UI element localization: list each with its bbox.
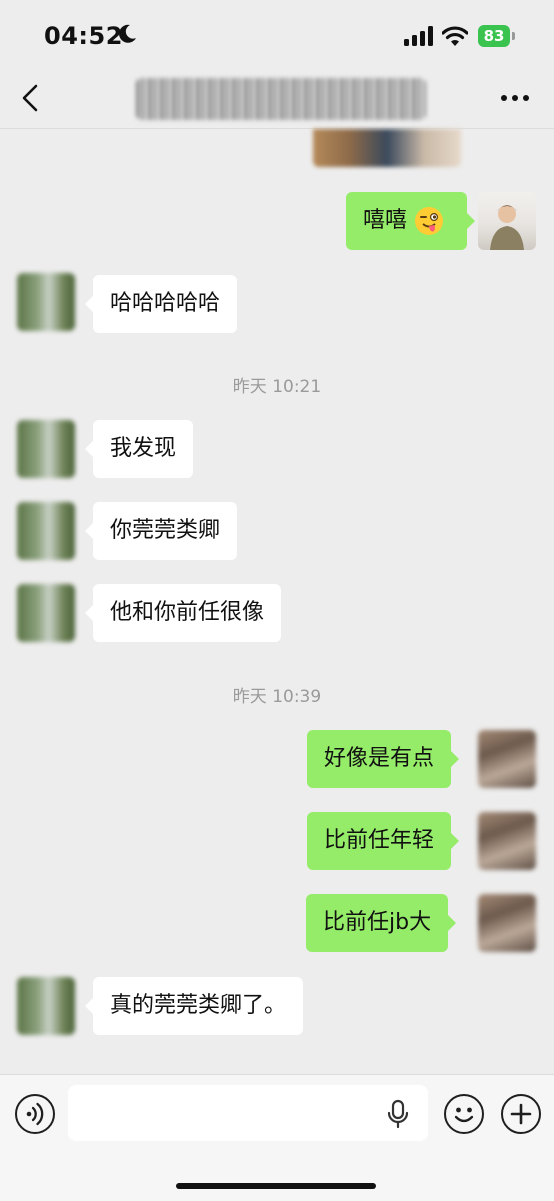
message-bubble-outgoing[interactable]: 比前任jb大: [306, 894, 457, 952]
wifi-icon: [442, 26, 468, 46]
winking-tongue-emoji-icon: [415, 207, 443, 235]
message-bubble-outgoing[interactable]: 嘻嘻: [346, 192, 476, 250]
voice-mode-icon: [26, 1102, 44, 1126]
more-horizontal-icon[interactable]: [498, 86, 532, 110]
message-text: 我发现: [110, 436, 177, 461]
message-text: 比前任jb大: [323, 910, 432, 935]
battery-tip: [512, 32, 515, 40]
status-bar: 04:52 83: [0, 0, 554, 70]
battery-indicator: 83: [478, 25, 516, 47]
message-bubble-outgoing[interactable]: 好像是有点: [307, 730, 460, 788]
message-timestamp: 昨天 10:21: [232, 377, 322, 397]
message-text: 真的莞莞类卿了。: [110, 993, 287, 1018]
message-text: 好像是有点: [324, 746, 435, 771]
contact-avatar[interactable]: [17, 502, 75, 560]
image-message-partial[interactable]: [313, 129, 461, 167]
add-icon: [510, 1103, 532, 1125]
voice-mode-button[interactable]: [15, 1094, 55, 1134]
message-timestamp: 昨天 10:39: [232, 687, 322, 707]
message-input-bar: [0, 1074, 554, 1201]
my-avatar[interactable]: [478, 192, 536, 250]
message-bubble-outgoing[interactable]: 比前任年轻: [307, 812, 460, 870]
message-text: 嘻嘻: [363, 208, 408, 233]
message-text: 你莞莞类卿: [110, 518, 221, 543]
message-bubble-incoming[interactable]: 真的莞莞类卿了。: [84, 977, 304, 1035]
my-avatar[interactable]: [478, 730, 536, 788]
message-input[interactable]: [68, 1085, 428, 1141]
contact-avatar[interactable]: [17, 420, 75, 478]
chat-title-redacted: [136, 78, 426, 120]
contact-avatar[interactable]: [17, 977, 75, 1035]
add-button[interactable]: [501, 1094, 541, 1134]
message-bubble-incoming[interactable]: 哈哈哈哈哈: [84, 275, 238, 333]
message-text: 哈哈哈哈哈: [110, 291, 221, 316]
contact-avatar[interactable]: [17, 273, 75, 331]
contact-avatar[interactable]: [17, 584, 75, 642]
status-time: 04:52: [44, 22, 123, 50]
my-avatar[interactable]: [478, 812, 536, 870]
chat-header: [0, 70, 554, 129]
home-indicator[interactable]: [176, 1183, 376, 1189]
chevron-left-icon[interactable]: [18, 82, 44, 114]
moon-icon: [119, 24, 136, 43]
message-bubble-incoming[interactable]: 你莞莞类卿: [84, 502, 238, 560]
person-photo-icon: [490, 205, 524, 250]
message-text: 他和你前任很像: [110, 600, 265, 625]
emoji-icon: [454, 1107, 474, 1123]
my-avatar[interactable]: [478, 894, 536, 952]
message-bubble-incoming[interactable]: 他和你前任很像: [84, 584, 282, 642]
microphone-icon[interactable]: [386, 1099, 410, 1129]
message-bubble-incoming[interactable]: 我发现: [84, 420, 194, 478]
emoji-button[interactable]: [444, 1094, 484, 1134]
battery-level: 83: [478, 25, 510, 47]
message-text: 比前任年轻: [324, 828, 435, 853]
cellular-signal-icon: [404, 26, 433, 46]
